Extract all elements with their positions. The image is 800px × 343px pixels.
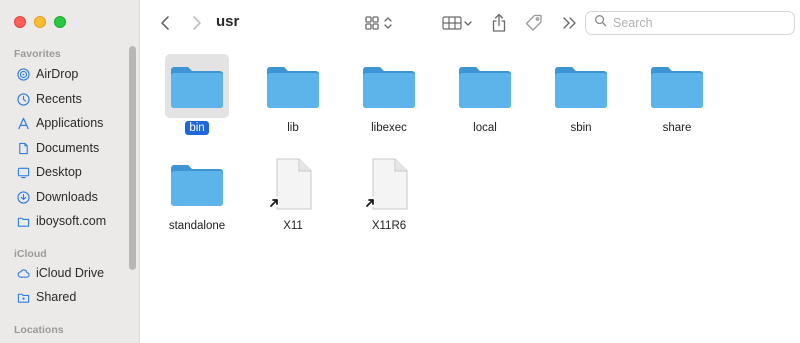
file-item-sbin[interactable]: sbin <box>536 54 626 135</box>
sidebar-item-label: Shared <box>36 290 77 304</box>
zoom-window-button[interactable] <box>54 16 66 28</box>
sidebar-item-iboysoft[interactable]: iboysoft.com <box>16 211 106 231</box>
file-name: share <box>662 122 692 134</box>
folder-icon <box>261 54 325 118</box>
sidebar-heading-favorites: Favorites <box>14 48 61 60</box>
sidebar-item-label: Applications <box>36 116 104 130</box>
applications-icon <box>16 116 30 130</box>
sidebar-item-label: Desktop <box>36 165 82 179</box>
sidebar-item-label: AirDrop <box>36 67 79 81</box>
sidebar-item-applications[interactable]: Applications <box>16 113 103 133</box>
file-name: bin <box>185 121 209 135</box>
file-name: X11 <box>283 220 303 232</box>
chevron-left-icon <box>160 15 170 31</box>
more-toolbar-items-button[interactable] <box>560 14 580 32</box>
finder-window: Favorites AirDrop Recents Applications D… <box>0 0 800 343</box>
sidebar-item-label: Downloads <box>36 190 98 204</box>
alias-document-icon <box>261 152 325 216</box>
file-item-local[interactable]: local <box>440 54 530 135</box>
sidebar-item-label: Documents <box>36 141 100 155</box>
tag-icon <box>524 13 544 33</box>
folder-icon <box>645 54 709 118</box>
file-item-standalone[interactable]: standalone <box>152 152 242 233</box>
file-item-libexec[interactable]: libexec <box>344 54 434 135</box>
clock-icon <box>16 92 30 106</box>
close-window-button[interactable] <box>14 16 26 28</box>
group-icon <box>441 14 475 32</box>
back-button[interactable] <box>157 14 173 32</box>
file-name: libexec <box>371 122 407 134</box>
window-title: usr <box>216 13 240 30</box>
folder-icon <box>165 152 229 216</box>
chevron-right-icon <box>192 15 202 31</box>
airdrop-icon <box>16 67 30 81</box>
folder-icon <box>165 54 229 118</box>
search-icon <box>594 14 613 32</box>
download-icon <box>16 190 30 204</box>
folder-icon <box>16 214 30 228</box>
double-chevron-icon <box>562 16 578 30</box>
folder-icon <box>357 54 421 118</box>
cloud-icon <box>16 266 30 280</box>
alias-document-icon <box>357 152 421 216</box>
file-name: local <box>473 122 497 134</box>
sidebar-item-recents[interactable]: Recents <box>16 89 82 109</box>
desktop-icon <box>16 165 30 179</box>
traffic-lights <box>14 16 66 28</box>
file-name: X11R6 <box>371 220 407 232</box>
folder-icon <box>549 54 613 118</box>
file-name: standalone <box>168 220 226 232</box>
sidebar-item-downloads[interactable]: Downloads <box>16 187 98 207</box>
sidebar: Favorites AirDrop Recents Applications D… <box>0 0 140 343</box>
share-button[interactable] <box>489 11 509 35</box>
forward-button[interactable] <box>189 14 205 32</box>
sidebar-item-label: iCloud Drive <box>36 266 105 280</box>
sidebar-item-shared[interactable]: Shared <box>16 287 76 307</box>
sidebar-heading-icloud: iCloud <box>14 248 47 260</box>
search-input[interactable] <box>613 16 783 30</box>
minimize-window-button[interactable] <box>34 16 46 28</box>
file-item-bin[interactable]: bin <box>152 54 242 135</box>
sidebar-item-desktop[interactable]: Desktop <box>16 162 82 182</box>
sidebar-heading-locations: Locations <box>14 324 64 336</box>
search-field[interactable] <box>585 11 795 35</box>
sidebar-scrollbar[interactable] <box>129 46 136 270</box>
folder-icon <box>453 54 517 118</box>
file-item-x11[interactable]: X11 <box>248 152 338 233</box>
file-item-share[interactable]: share <box>632 54 722 135</box>
file-name: sbin <box>570 122 592 134</box>
file-item-lib[interactable]: lib <box>248 54 338 135</box>
sidebar-item-documents[interactable]: Documents <box>16 138 99 158</box>
group-button[interactable] <box>441 13 475 33</box>
shared-folder-icon <box>16 290 30 304</box>
sidebar-item-icloud-drive[interactable]: iCloud Drive <box>16 263 104 283</box>
sidebar-item-label: Recents <box>36 92 82 106</box>
grid-view-icon <box>363 14 395 32</box>
document-icon <box>16 141 30 155</box>
tag-button[interactable] <box>522 11 546 35</box>
share-icon <box>491 13 507 33</box>
file-name: lib <box>287 122 299 134</box>
sidebar-item-label: iboysoft.com <box>36 214 107 228</box>
file-item-x11r6[interactable]: X11R6 <box>344 152 434 233</box>
sidebar-item-airdrop[interactable]: AirDrop <box>16 64 78 84</box>
view-options-button[interactable] <box>362 13 396 33</box>
